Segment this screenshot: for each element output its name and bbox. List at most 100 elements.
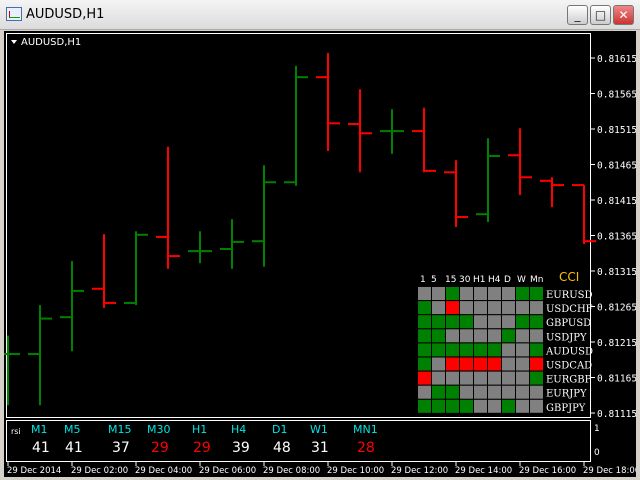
chart-window-icon: [6, 7, 22, 21]
cci-cell: [474, 385, 487, 399]
cci-symbol-label: USDCAD: [546, 361, 592, 372]
cci-timeframe-label: 30: [459, 275, 471, 285]
price-label: 0.81615: [597, 54, 636, 65]
price-label: 0.81515: [597, 125, 636, 136]
ohlc-bar: [348, 89, 372, 173]
cci-timeframe-label: 1: [420, 275, 426, 285]
cci-cell: [502, 315, 515, 329]
cci-cell: [502, 385, 515, 399]
cci-cell: [488, 343, 501, 357]
cci-symbol-label: GBPUSD: [546, 318, 591, 329]
cci-cell: [502, 287, 515, 300]
cci-cell: [432, 371, 445, 385]
price-label: 0.81165: [597, 374, 636, 385]
cci-cell: [418, 287, 431, 300]
cci-cell: [530, 399, 543, 413]
close-button[interactable]: ✕: [613, 5, 634, 25]
ohlc-bar: [444, 160, 468, 227]
cci-cell: [502, 357, 515, 371]
cci-cell: [502, 301, 515, 315]
ohlc-bar: [124, 231, 148, 306]
cci-cell: [460, 385, 473, 399]
cci-cell: [432, 399, 445, 413]
dropdown-triangle-icon[interactable]: [11, 40, 17, 44]
rsi-value: 48: [273, 440, 291, 456]
cci-cell: [530, 357, 543, 371]
cci-cell: [446, 301, 459, 315]
ohlc-bar: [220, 219, 244, 269]
cci-cell: [446, 371, 459, 385]
cci-cell: [516, 287, 529, 300]
rsi-scale-max: 1: [594, 424, 600, 434]
cci-timeframe-label: H1: [473, 275, 486, 285]
cci-cell: [446, 399, 459, 413]
minimize-button[interactable]: _: [567, 5, 588, 25]
rsi-timeframe-label: H1: [192, 423, 207, 436]
cci-cell: [488, 287, 501, 300]
cci-cell: [516, 301, 529, 315]
time-label: 29 Dec 04:00: [135, 466, 192, 476]
price-label: 0.81365: [597, 232, 636, 243]
price-label: 0.81115: [597, 409, 636, 420]
ohlc-bar: [508, 128, 532, 196]
rsi-value: 37: [112, 440, 130, 456]
cci-cell: [516, 357, 529, 371]
time-label: 29 Dec 18:00: [583, 466, 636, 476]
time-label: 29 Dec 16:00: [519, 466, 576, 476]
cci-cell: [516, 399, 529, 413]
time-label: 29 Dec 10:00: [327, 466, 384, 476]
time-label: 29 Dec 06:00: [199, 466, 256, 476]
cci-cell: [446, 357, 459, 371]
price-label: 0.81315: [597, 267, 636, 278]
rsi-value: 29: [193, 440, 211, 456]
cci-symbol-label: USDJPY: [546, 332, 587, 343]
chart-symbol-label: AUDUSD,H1: [21, 37, 81, 48]
cci-cell: [474, 343, 487, 357]
cci-timeframe-label: 15: [445, 275, 456, 285]
rsi-value: 29: [151, 440, 169, 456]
cci-cell: [474, 357, 487, 371]
cci-cell: [460, 371, 473, 385]
rsi-timeframe-label: H4: [231, 423, 246, 436]
maximize-button[interactable]: □: [590, 5, 611, 25]
ohlc-bar: [412, 107, 436, 173]
cci-symbol-label: AUDUSD: [545, 346, 593, 357]
rsi-timeframe-label: D1: [272, 423, 287, 436]
cci-cell: [418, 385, 431, 399]
cci-cell: [530, 301, 543, 315]
cci-cell: [474, 329, 487, 343]
time-label: 29 Dec 14:00: [455, 466, 512, 476]
price-label: 0.81215: [597, 338, 636, 349]
cci-title: CCI: [559, 270, 579, 284]
cci-cell: [516, 385, 529, 399]
ohlc-bar: [316, 53, 340, 152]
cci-cell: [446, 385, 459, 399]
cci-cell: [432, 357, 445, 371]
ohlc-bar: [284, 65, 308, 186]
chart-window: AUDUSD,H1 0.81615 0.81565 0.81515 0.81465 0.8…: [4, 31, 636, 477]
rsi-value: 28: [357, 440, 375, 456]
title-bar: AUDUSD,H1 _ □ ✕: [0, 0, 640, 30]
cci-cell: [460, 343, 473, 357]
price-chart[interactable]: AUDUSD,H1 0.81615 0.81565 0.81515 0.81465 0.8…: [4, 31, 636, 477]
cci-cell: [530, 329, 543, 343]
cci-timeframe-label: H4: [488, 275, 501, 285]
cci-cell: [488, 329, 501, 343]
rsi-label: rsi: [11, 427, 21, 436]
rsi-panel-border: [6, 420, 591, 462]
cci-cell: [432, 315, 445, 329]
cci-timeframe-label: W: [517, 275, 526, 285]
price-label: 0.81565: [597, 90, 636, 101]
cci-cell: [432, 385, 445, 399]
ohlc-bar: [252, 165, 276, 267]
cci-cell: [418, 315, 431, 329]
cci-cell: [460, 287, 473, 300]
time-label: 29 Dec 2014: [7, 466, 61, 476]
cci-cell: [488, 357, 501, 371]
cci-cell: [418, 357, 431, 371]
cci-cell: [460, 301, 473, 315]
ohlc-bar: [28, 305, 52, 406]
cci-cell: [502, 329, 515, 343]
cci-timeframe-label: D: [504, 275, 511, 285]
cci-cell: [418, 329, 431, 343]
